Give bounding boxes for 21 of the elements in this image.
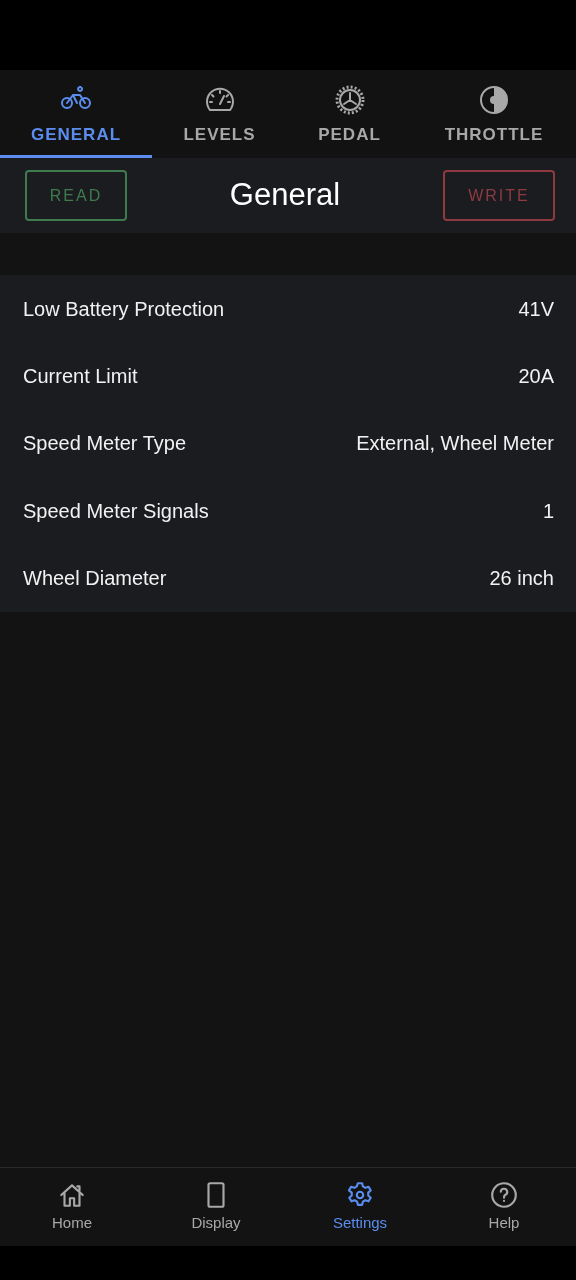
gear-wheel-icon	[333, 83, 366, 116]
setting-value[interactable]: 20A	[518, 361, 554, 392]
page-title: General	[229, 176, 341, 215]
setting-label: Wheel Diameter	[23, 566, 167, 592]
nav-item[interactable]: Help	[432, 1168, 576, 1246]
nav-item[interactable]: Settings	[288, 1168, 432, 1246]
setting-value[interactable]: 41V	[518, 293, 554, 324]
tab[interactable]: PEDAL	[287, 70, 412, 158]
tab[interactable]: LEVELS	[152, 70, 287, 158]
tab[interactable]: THROTTLE	[412, 70, 576, 158]
setting-value[interactable]: External, Wheel Meter	[356, 428, 554, 459]
setting-label: Speed Meter Signals	[23, 498, 209, 524]
setting-label: Low Battery Protection	[23, 296, 225, 322]
help-icon	[489, 1179, 519, 1210]
setting-label: Speed Meter Type	[23, 431, 187, 457]
setting-value[interactable]: 26 inch	[489, 563, 554, 594]
setting-label: Current Limit	[23, 364, 138, 390]
setting-value[interactable]: 1	[542, 495, 554, 526]
nav-item[interactable]: Home	[0, 1168, 144, 1246]
nav-item[interactable]: Display	[144, 1168, 288, 1246]
half-circle-icon	[478, 83, 510, 116]
